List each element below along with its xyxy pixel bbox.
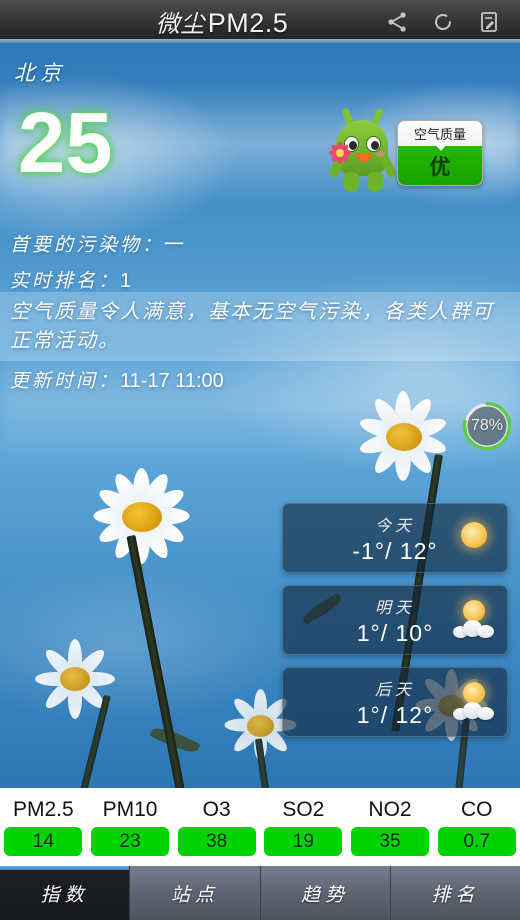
- pollutant-name: NO2: [368, 798, 412, 821]
- pollutant-name: PM2.5: [12, 798, 74, 821]
- pollutant-no2[interactable]: NO2 35: [347, 798, 434, 856]
- description-strip: 空气质量令人满意，基本无空气污染，各类人群可正常活动。: [0, 292, 520, 361]
- refresh-icon[interactable]: [430, 9, 456, 35]
- tab-index[interactable]: 指数: [0, 866, 131, 920]
- mascot-character-icon: [327, 106, 398, 196]
- share-icon[interactable]: [384, 9, 410, 35]
- rank-label: 实时排名：: [10, 270, 121, 292]
- primary-pollutant-label: 首要的污染物：: [10, 234, 165, 256]
- tab-stations[interactable]: 站点: [130, 866, 261, 920]
- forecast-temp: 1°/ 12°: [356, 701, 434, 728]
- tab-ranking[interactable]: 排名: [390, 866, 520, 920]
- forecast-card-today[interactable]: 今天 -1°/ 12°: [282, 503, 508, 573]
- daisy-decoration: [55, 458, 225, 788]
- title-bar: 微尘 PM2.5: [0, 0, 520, 43]
- forecast-card-tomorrow[interactable]: 明天 1°/ 10°: [282, 585, 508, 655]
- update-time-label: 更新时间：: [10, 370, 121, 392]
- sun-icon: [453, 518, 495, 560]
- tab-trend[interactable]: 趋势: [260, 866, 391, 920]
- sun-cloud-icon: [453, 682, 495, 724]
- badge-level: 优: [398, 146, 482, 185]
- rank-row: 实时排名：1: [10, 266, 510, 293]
- pollutant-value: 0.7: [437, 827, 516, 856]
- page-title: 微尘 PM2.5: [0, 4, 384, 39]
- sun-cloud-icon: [453, 600, 495, 642]
- pollutant-so2[interactable]: SO2 19: [260, 798, 347, 856]
- pollutant-value: 14: [4, 827, 83, 856]
- pollutant-pm10[interactable]: PM10 23: [87, 798, 174, 856]
- humidity-ring: 78%: [461, 400, 513, 452]
- city-name: 北京: [14, 61, 66, 85]
- aqi-value: 25: [18, 96, 113, 191]
- pollutant-name: O3: [202, 798, 231, 821]
- forecast-day-label: 后天: [374, 679, 415, 699]
- app-title-en: PM2.5: [207, 8, 289, 38]
- primary-pollutant-value: 一: [164, 234, 185, 256]
- pollutant-value: 23: [91, 827, 169, 856]
- daisy-decoration: [325, 383, 475, 732]
- app-screen: 微尘 PM2.5 北京 25 空气质量 优 首要的污染物：一 实时排名：1 空气…: [0, 0, 520, 920]
- forecast-day-label: 明天: [374, 597, 415, 617]
- bottom-tab-bar: 指数 站点 趋势 排名: [0, 866, 520, 920]
- pollutant-value: 19: [264, 827, 343, 856]
- pollutant-o3[interactable]: O3 38: [173, 798, 260, 856]
- info-block: 首要的污染物：一 实时排名：1: [10, 228, 510, 302]
- badge-caption: 空气质量: [398, 121, 482, 146]
- note-icon[interactable]: [476, 9, 502, 35]
- pollutant-value: 35: [351, 827, 430, 856]
- forecast-temp: 1°/ 10°: [356, 619, 434, 646]
- pollutant-co[interactable]: CO 0.7: [433, 798, 520, 856]
- title-bar-actions: [384, 9, 520, 35]
- pollutant-name: PM10: [102, 798, 158, 821]
- pollutant-pm25[interactable]: PM2.5 14: [0, 798, 87, 856]
- humidity-value: 78%: [470, 417, 504, 434]
- pollutant-panel: PM2.5 14 PM10 23 O3 38 SO2 19 NO2 35 CO …: [0, 788, 520, 866]
- pollutant-name: CO: [460, 798, 493, 821]
- app-title-cn: 微尘: [155, 10, 205, 38]
- air-quality-badge: 空气质量 优: [397, 120, 483, 186]
- flower-icon: [328, 141, 352, 165]
- update-time-row: 更新时间：11-17 11:00: [10, 366, 224, 393]
- forecast-day-label: 今天: [374, 515, 415, 535]
- primary-pollutant-row: 首要的污染物：一: [10, 228, 510, 257]
- forecast-card-day-after[interactable]: 后天 1°/ 12°: [282, 667, 508, 737]
- pollutant-name: SO2: [282, 798, 325, 821]
- forecast-temp: -1°/ 12°: [352, 537, 438, 564]
- forecast-list: 今天 -1°/ 12° 明天 1°/ 10° 后天 1°/ 12°: [282, 503, 508, 749]
- rank-value: 1: [120, 270, 132, 292]
- health-advice-text: 空气质量令人满意，基本无空气污染，各类人群可正常活动。: [10, 299, 494, 352]
- pollutant-value: 38: [177, 827, 256, 856]
- daisy-decoration: [10, 633, 140, 788]
- update-time-value: 11-17 11:00: [120, 370, 224, 392]
